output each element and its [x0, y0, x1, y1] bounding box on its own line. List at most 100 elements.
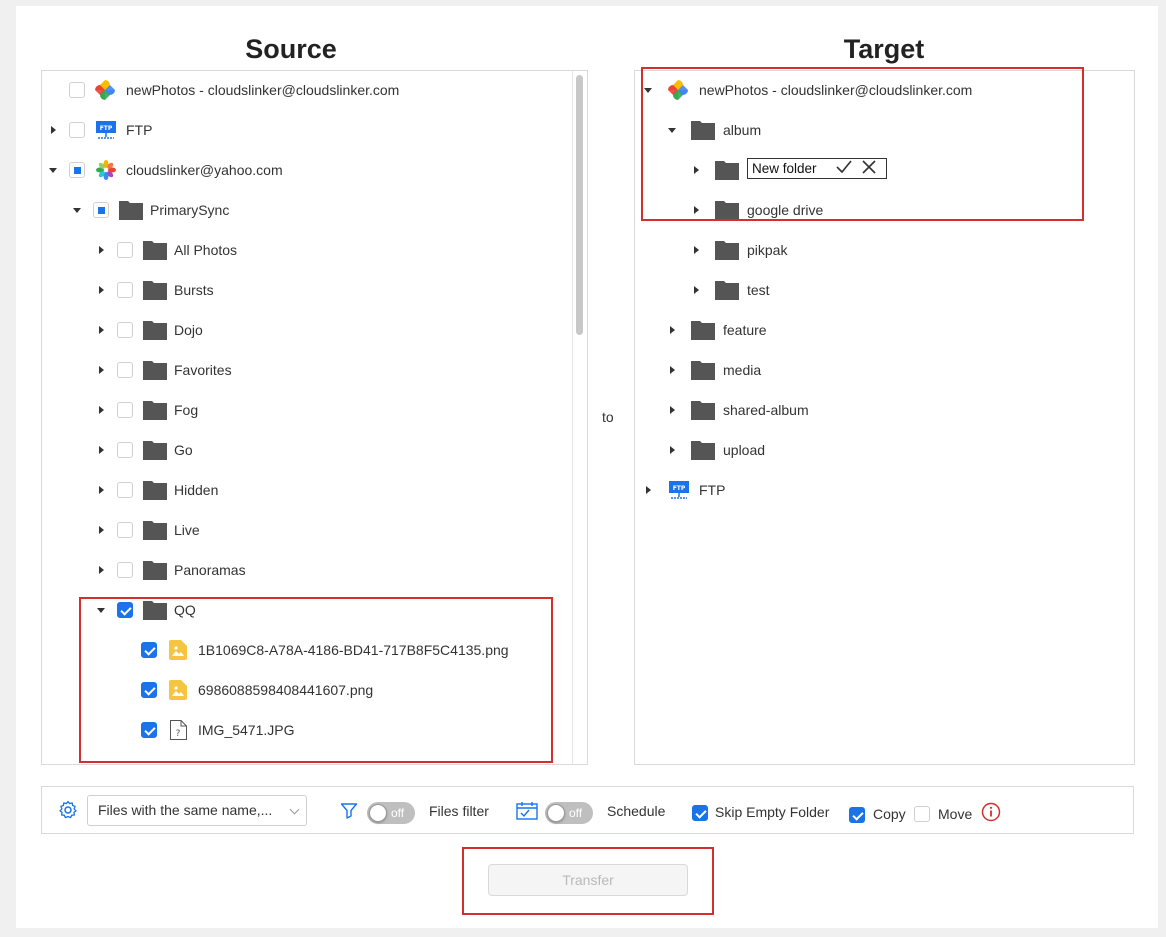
options-toolbar: Files with the same name,... off Files f…	[41, 786, 1134, 834]
google-photos-icon	[668, 80, 688, 100]
schedule-calendar-icon	[516, 802, 538, 820]
target-node-label: newPhotos - cloudslinker@cloudslinker.co…	[699, 82, 973, 98]
toggle-state-label: off	[569, 806, 583, 820]
conflict-handling-value: Files with the same name,...	[98, 802, 273, 818]
source-checkbox[interactable]	[117, 362, 133, 378]
caret-down-icon[interactable]	[71, 204, 83, 216]
source-checkbox[interactable]	[117, 602, 133, 618]
image-file-icon	[169, 680, 187, 700]
caret-right-icon[interactable]	[690, 164, 702, 176]
folder-icon	[691, 401, 715, 420]
caret-right-icon[interactable]	[95, 364, 107, 376]
folder-icon	[143, 561, 167, 580]
caret-right-icon[interactable]	[642, 484, 654, 496]
gear-icon[interactable]	[58, 800, 78, 820]
caret-down-icon[interactable]	[642, 84, 654, 96]
source-checkbox[interactable]	[69, 82, 85, 98]
caret-right-icon[interactable]	[95, 564, 107, 576]
chevron-down-icon	[289, 804, 300, 815]
target-node-label: feature	[723, 322, 767, 338]
caret-right-icon[interactable]	[95, 244, 107, 256]
copy-checkbox[interactable]	[849, 807, 865, 823]
caret-right-icon[interactable]	[690, 244, 702, 256]
source-checkbox[interactable]	[93, 202, 109, 218]
source-checkbox[interactable]	[141, 722, 157, 738]
source-node-label: cloudslinker@yahoo.com	[126, 162, 283, 178]
source-checkbox[interactable]	[117, 402, 133, 418]
caret-right-icon[interactable]	[666, 444, 678, 456]
source-checkbox[interactable]	[69, 162, 85, 178]
caret-right-icon[interactable]	[690, 284, 702, 296]
folder-icon	[715, 241, 739, 260]
toggle-state-label: off	[391, 806, 405, 820]
source-file-label: 6986088598408441607.png	[198, 682, 374, 698]
caret-right-icon[interactable]	[95, 324, 107, 336]
caret-right-icon[interactable]	[690, 204, 702, 216]
folder-icon	[715, 161, 739, 180]
folder-icon	[143, 401, 167, 420]
caret-right-icon[interactable]	[666, 404, 678, 416]
source-node-label: PrimarySync	[150, 202, 230, 218]
caret-down-icon[interactable]	[666, 124, 678, 136]
caret-right-icon[interactable]	[95, 404, 107, 416]
source-checkbox[interactable]	[141, 642, 157, 658]
folder-icon	[143, 521, 167, 540]
source-node-label: QQ	[174, 602, 196, 618]
files-filter-label: Files filter	[429, 803, 489, 819]
source-checkbox[interactable]	[117, 322, 133, 338]
caret-right-icon[interactable]	[95, 524, 107, 536]
ftp-icon: FTP	[669, 481, 689, 499]
folder-icon	[143, 441, 167, 460]
caret-right-icon[interactable]	[666, 324, 678, 336]
folder-icon	[715, 201, 739, 220]
source-checkbox[interactable]	[117, 562, 133, 578]
source-scrollbar[interactable]	[576, 75, 583, 335]
target-node-label: shared-album	[723, 402, 809, 418]
source-node-label: Live	[174, 522, 200, 538]
to-label: to	[602, 409, 614, 425]
source-checkbox[interactable]	[117, 282, 133, 298]
transfer-button[interactable]: Transfer	[488, 864, 688, 896]
caret-right-icon[interactable]	[95, 284, 107, 296]
schedule-label: Schedule	[607, 803, 666, 819]
folder-icon	[691, 361, 715, 380]
source-heading: Source	[245, 34, 337, 64]
source-node-label: Hidden	[174, 482, 219, 498]
caret-right-icon[interactable]	[95, 484, 107, 496]
confirm-check-icon[interactable]	[836, 160, 852, 174]
source-checkbox[interactable]	[117, 242, 133, 258]
conflict-handling-select[interactable]: Files with the same name,...	[87, 795, 307, 826]
cancel-close-icon[interactable]	[862, 160, 876, 174]
caret-right-icon[interactable]	[666, 364, 678, 376]
caret-down-icon[interactable]	[95, 604, 107, 616]
schedule-toggle[interactable]: off	[545, 802, 593, 824]
info-icon[interactable]	[981, 802, 1001, 822]
files-filter-toggle[interactable]: off	[367, 802, 415, 824]
source-node-label: Go	[174, 442, 193, 458]
folder-icon	[691, 441, 715, 460]
skip-empty-folder-checkbox[interactable]	[692, 805, 708, 821]
folder-icon	[143, 481, 167, 500]
copy-label: Copy	[873, 806, 906, 822]
move-checkbox[interactable]	[914, 806, 930, 822]
source-checkbox[interactable]	[69, 122, 85, 138]
target-node-label: media	[723, 362, 762, 378]
caret-down-icon[interactable]	[47, 164, 59, 176]
source-node-label: Favorites	[174, 362, 232, 378]
folder-icon	[143, 281, 167, 300]
source-checkbox[interactable]	[117, 442, 133, 458]
source-checkbox[interactable]	[117, 482, 133, 498]
source-node-label: newPhotos - cloudslinker@cloudslinker.co…	[126, 82, 400, 98]
source-file-label: 1B1069C8-A78A-4186-BD41-717B8F5C4135.png	[198, 642, 509, 658]
svg-text:FTP: FTP	[100, 125, 113, 132]
source-node-label: All Photos	[174, 242, 238, 258]
target-heading: Target	[843, 34, 925, 64]
folder-icon	[143, 321, 167, 340]
source-checkbox[interactable]	[141, 682, 157, 698]
source-checkbox[interactable]	[117, 522, 133, 538]
caret-right-icon[interactable]	[47, 124, 59, 136]
caret-right-icon[interactable]	[95, 444, 107, 456]
folder-icon	[691, 121, 715, 140]
filter-icon	[340, 803, 358, 819]
google-photos-icon	[95, 80, 115, 100]
